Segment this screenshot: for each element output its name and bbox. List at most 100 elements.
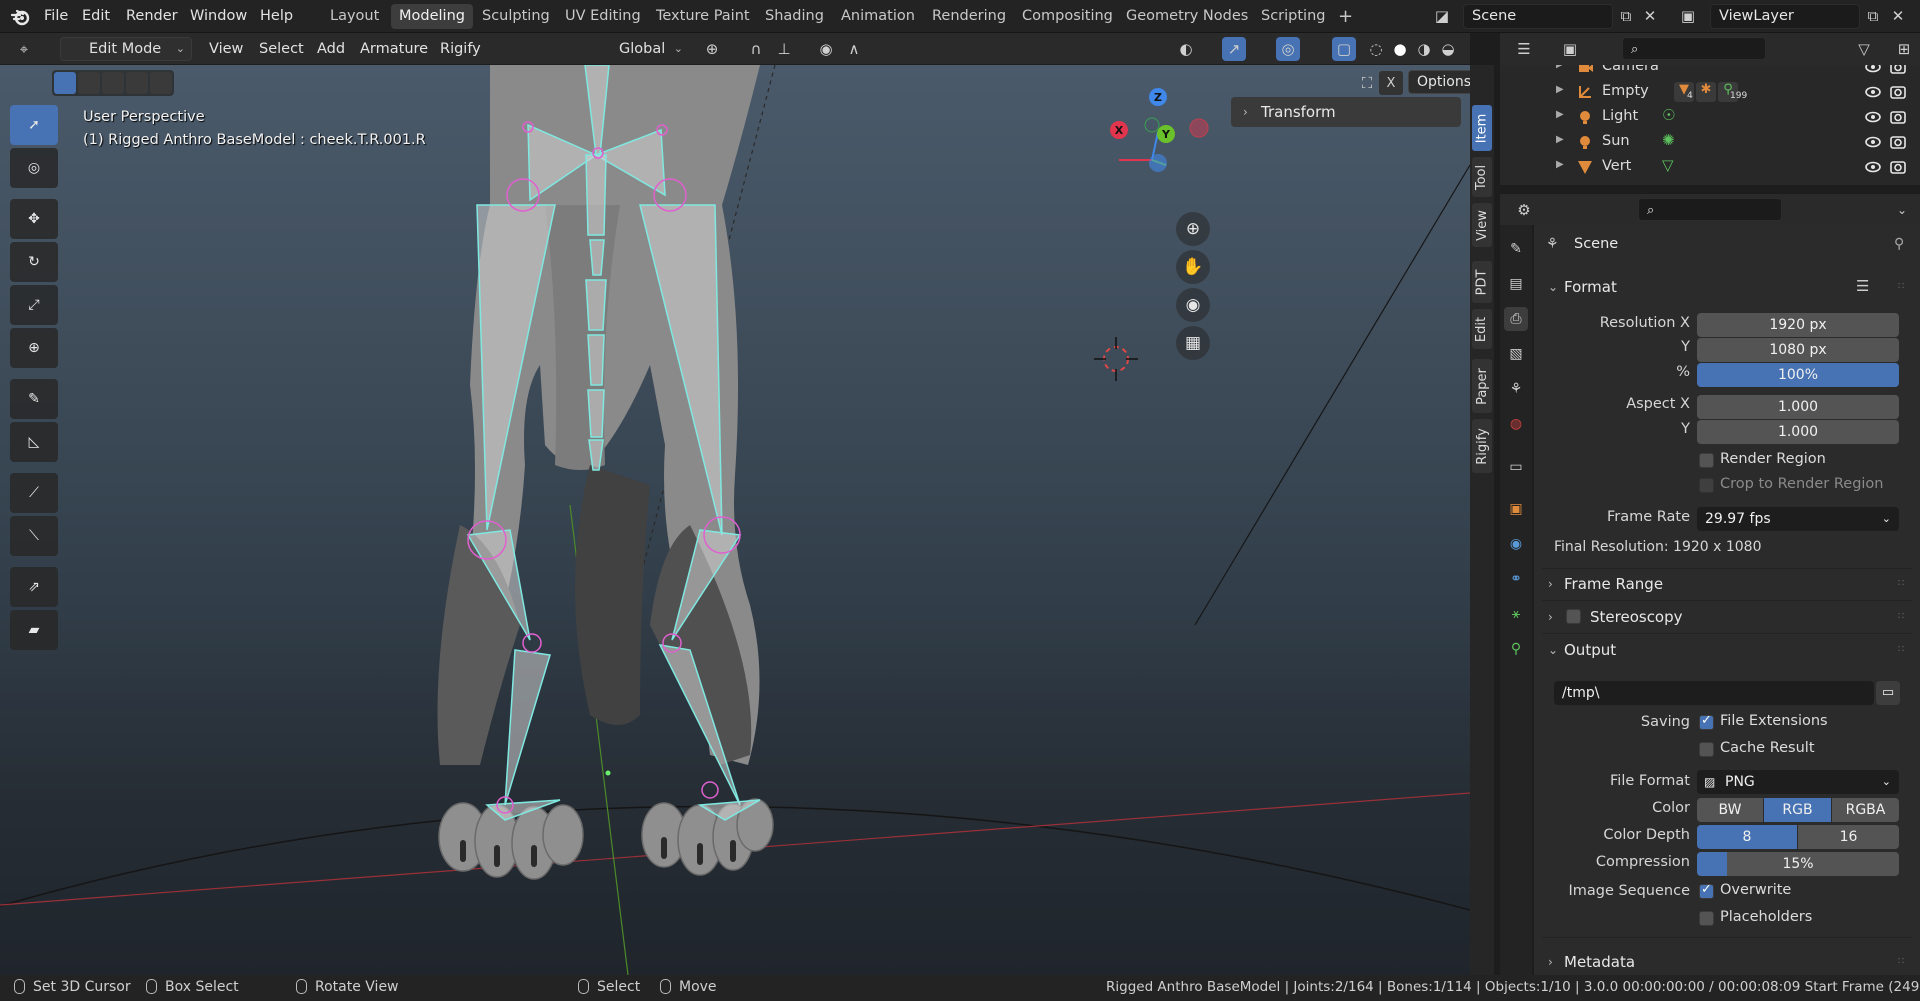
outliner-row-empty[interactable]: ▶ Empty ▼ 4 ✱ ⚲ 199: [1500, 80, 1920, 105]
tool-settings-tab-icon[interactable]: ✎: [1504, 237, 1528, 261]
workspace-tab-compositing[interactable]: Compositing: [1014, 4, 1121, 29]
presets-icon[interactable]: ☰: [1856, 277, 1869, 295]
workspace-tab-scripting[interactable]: Scripting: [1253, 4, 1333, 29]
expand-triangle-icon[interactable]: ▶: [1556, 84, 1564, 95]
output-tab-icon[interactable]: ⎙: [1504, 307, 1528, 331]
resolution-x-field[interactable]: 1920 px: [1697, 313, 1899, 337]
folder-browse-icon[interactable]: ▭: [1876, 681, 1900, 705]
snap-target-icon[interactable]: ⊥: [772, 37, 796, 61]
eye-icon[interactable]: [1864, 65, 1882, 76]
pin-icon[interactable]: ⚲: [1894, 236, 1904, 252]
menu-select[interactable]: Select: [259, 33, 304, 65]
snap-magnet-icon[interactable]: ∩: [744, 37, 768, 61]
world-tab-icon[interactable]: ◍: [1504, 412, 1528, 436]
select-mode-subtract-icon[interactable]: [102, 72, 124, 94]
menu-rigify[interactable]: Rigify: [440, 33, 481, 65]
rotate-tool-icon[interactable]: ↻: [10, 242, 58, 282]
compression-slider[interactable]: 15%: [1697, 852, 1899, 876]
select-mode-extend-icon[interactable]: [78, 72, 100, 94]
render-camera-icon[interactable]: [1889, 83, 1907, 101]
view-layer-field[interactable]: ViewLayer: [1710, 4, 1860, 29]
3d-cursor-icon[interactable]: [1094, 337, 1138, 381]
properties-search-input[interactable]: ⌕: [1638, 198, 1782, 221]
extrude-tool-icon[interactable]: ⇗: [10, 567, 58, 607]
render-camera-icon[interactable]: [1889, 133, 1907, 151]
resolution-y-field[interactable]: 1080 px: [1697, 338, 1899, 362]
move-tool-icon[interactable]: ✥: [10, 199, 58, 239]
render-camera-icon[interactable]: [1889, 65, 1907, 76]
select-mode-invert-icon[interactable]: [126, 72, 148, 94]
sidebar-tab-pdt[interactable]: PDT: [1472, 261, 1492, 303]
drag-handle-icon[interactable]: ∷: [1898, 579, 1912, 589]
outliner-row-light[interactable]: ▶ Light ☉: [1500, 105, 1920, 130]
display-mode-icon[interactable]: ▣: [1558, 37, 1582, 61]
workspace-tab-texture-paint[interactable]: Texture Paint: [648, 4, 758, 29]
armature-child-icon[interactable]: ✱: [1696, 82, 1716, 102]
overwrite-checkbox[interactable]: [1699, 882, 1714, 899]
camera-view-icon[interactable]: ◉: [1176, 288, 1210, 322]
sidebar-tab-edit[interactable]: Edit: [1472, 309, 1492, 349]
new-scene-icon[interactable]: ⧉: [1614, 4, 1638, 28]
frame-range-panel-header[interactable]: › Frame Range: [1546, 571, 1663, 597]
transform-tool-icon[interactable]: ⊕: [10, 328, 58, 368]
workspace-tab-uv-editing[interactable]: UV Editing: [557, 4, 649, 29]
physics-tab-icon[interactable]: ◉: [1504, 532, 1528, 556]
shading-material-icon[interactable]: ◑: [1412, 37, 1436, 61]
stereoscopy-panel-header[interactable]: › Stereoscopy: [1546, 604, 1683, 630]
navigation-gizmo[interactable]: Z X Y: [1110, 88, 1209, 172]
render-camera-icon[interactable]: [1889, 158, 1907, 176]
shading-rendered-icon[interactable]: ◒: [1436, 37, 1460, 61]
render-tab-icon[interactable]: ▤: [1504, 272, 1528, 296]
drag-handle-icon[interactable]: ∷: [1898, 612, 1912, 622]
view-layer-tab-icon[interactable]: ▧: [1504, 342, 1528, 366]
sun-data-icon[interactable]: ✺: [1662, 131, 1675, 149]
roll-tool-icon[interactable]: ⟋: [10, 473, 58, 513]
output-panel-header[interactable]: ⌄ Output: [1546, 637, 1616, 663]
menu-help[interactable]: Help: [252, 0, 301, 33]
transform-panel-header[interactable]: › Transform: [1231, 97, 1461, 127]
editor-type-icon[interactable]: ⌖: [12, 37, 36, 61]
drag-handle-icon[interactable]: ∷: [1898, 282, 1912, 292]
workspace-tab-geometry-nodes[interactable]: Geometry Nodes: [1118, 4, 1256, 29]
bone-envelope-tool-icon[interactable]: ▰: [10, 610, 58, 650]
format-panel-header[interactable]: ⌄ Format: [1546, 274, 1617, 300]
shading-solid-icon[interactable]: ●: [1388, 37, 1412, 61]
menu-add[interactable]: Add: [317, 33, 345, 65]
chevron-down-icon[interactable]: ⌄: [1890, 198, 1914, 222]
ortho-grid-icon[interactable]: ▦: [1176, 326, 1210, 360]
view-layer-selector-icon[interactable]: ▣: [1676, 4, 1700, 28]
object-tab-icon[interactable]: ▣: [1504, 497, 1528, 521]
select-box-tool-icon[interactable]: ➚: [10, 105, 58, 145]
eye-icon[interactable]: [1864, 158, 1882, 176]
new-collection-icon[interactable]: ⊞: [1892, 37, 1916, 61]
snap-toggle-icon[interactable]: ⛶: [1355, 71, 1379, 95]
color-bw-button[interactable]: BW: [1697, 798, 1763, 822]
eye-icon[interactable]: [1864, 108, 1882, 126]
outliner-row-sun[interactable]: ▶ Sun ✺: [1500, 130, 1920, 155]
proportional-edit-icon[interactable]: ◉: [814, 37, 838, 61]
zoom-icon[interactable]: ⊕: [1176, 212, 1210, 246]
add-workspace-button[interactable]: +: [1330, 4, 1361, 29]
3d-viewport[interactable]: Z X Y User Perspective (1) Rigged Anthro…: [0, 65, 1470, 975]
gizmo-neg-x-axis[interactable]: [1189, 118, 1209, 138]
menu-edit[interactable]: Edit: [74, 0, 118, 33]
gizmo-toggle-icon[interactable]: ↗: [1222, 37, 1246, 61]
light-data-icon[interactable]: ☉: [1662, 106, 1675, 124]
expand-triangle-icon[interactable]: ▶: [1556, 159, 1564, 170]
menu-render[interactable]: Render: [118, 0, 186, 33]
crop-region-checkbox[interactable]: [1699, 478, 1714, 493]
shading-wireframe-icon[interactable]: ◌: [1364, 37, 1388, 61]
xray-toggle-icon[interactable]: ▢: [1332, 37, 1356, 61]
visibility-icon[interactable]: ◐: [1174, 37, 1198, 61]
stereoscopy-checkbox[interactable]: [1566, 609, 1581, 624]
workspace-tab-layout[interactable]: Layout: [322, 4, 387, 29]
file-extensions-checkbox[interactable]: [1699, 713, 1714, 730]
render-region-checkbox[interactable]: [1699, 453, 1714, 468]
sidebar-tab-paper[interactable]: Paper: [1472, 359, 1492, 413]
orientation-dropdown[interactable]: Global ⌄: [590, 37, 690, 61]
sidebar-tab-item[interactable]: Item: [1472, 105, 1492, 151]
new-view-layer-icon[interactable]: ⧉: [1861, 4, 1885, 28]
delete-view-layer-icon[interactable]: ✕: [1886, 4, 1910, 28]
eye-icon[interactable]: [1864, 133, 1882, 151]
collection-tab-icon[interactable]: ▭: [1504, 455, 1528, 479]
